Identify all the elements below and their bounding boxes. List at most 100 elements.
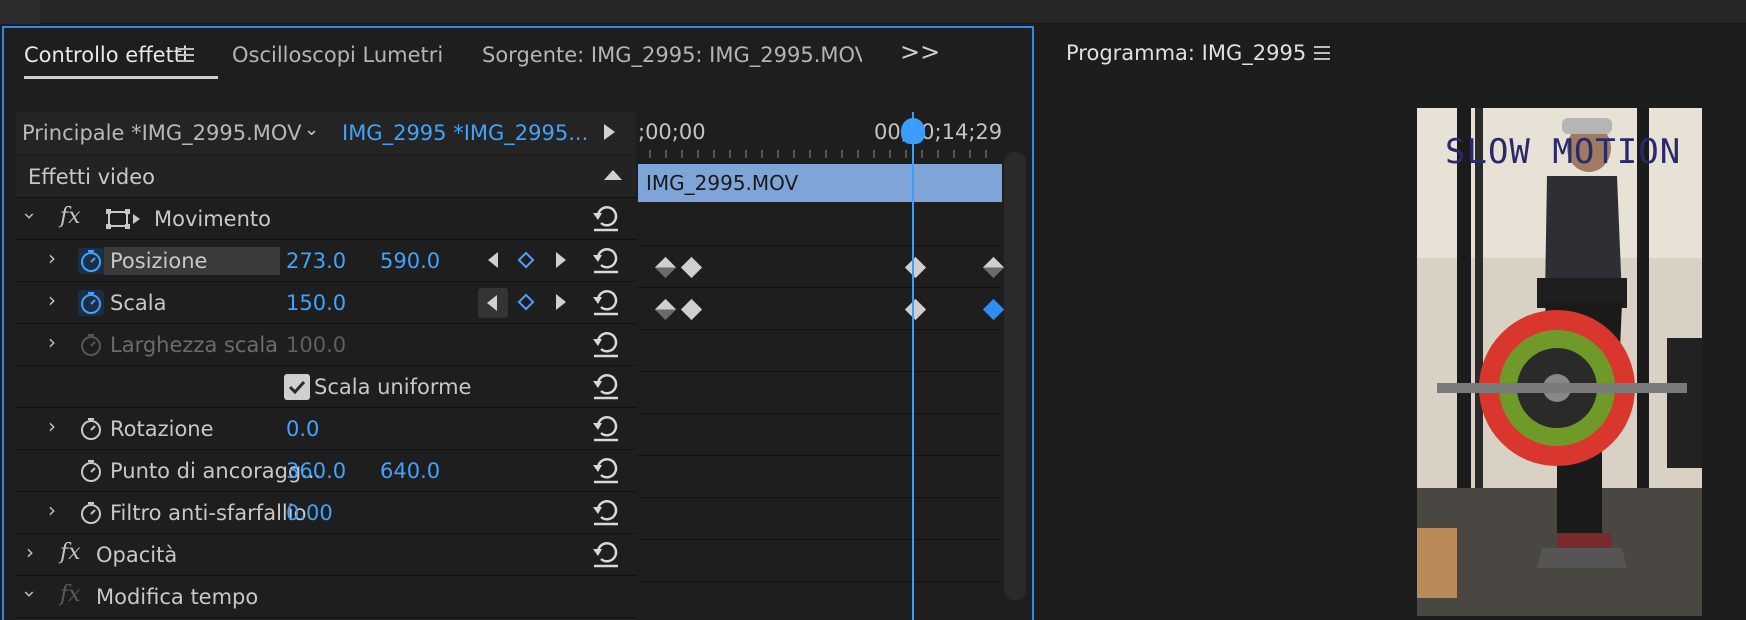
- effect-controls-timeline[interactable]: ;00;00 00;00;14;29 IMG_2995.MOV: [638, 112, 1005, 620]
- anchor-point-x-value[interactable]: 360.0: [286, 459, 346, 483]
- twisty-open-icon[interactable]: ›: [18, 590, 42, 598]
- checkmark-icon: [288, 380, 306, 395]
- twisty-closed-icon[interactable]: ›: [48, 330, 56, 354]
- stopwatch-icon[interactable]: [78, 500, 104, 526]
- property-scale-width-row: › Larghezza scala 100.0: [16, 324, 636, 366]
- reset-icon[interactable]: [590, 412, 622, 444]
- keyframe-diamond[interactable]: [654, 298, 677, 321]
- panel-menu-icon[interactable]: [178, 48, 194, 62]
- effect-controls-panel: Controllo effetti Oscilloscopi Lumetri S…: [2, 26, 1034, 620]
- twisty-closed-icon[interactable]: ›: [26, 540, 34, 564]
- reset-icon[interactable]: [590, 244, 622, 276]
- property-rotation-row: › Rotazione 0.0: [16, 408, 636, 450]
- twisty-closed-icon[interactable]: ›: [48, 288, 56, 312]
- property-uniform-scale-row: Scala uniforme: [16, 366, 636, 408]
- tab-effect-controls[interactable]: Controllo effetti: [24, 43, 188, 67]
- panel-menu-icon[interactable]: [1314, 46, 1330, 60]
- stopwatch-icon[interactable]: [78, 458, 104, 484]
- clip-bar[interactable]: IMG_2995.MOV: [638, 164, 1002, 202]
- timecode-start: ;00;00: [638, 120, 706, 144]
- keyframe-diamond[interactable]: [982, 256, 1005, 279]
- stopwatch-active-icon[interactable]: [78, 290, 104, 316]
- reset-icon[interactable]: [590, 286, 622, 318]
- prev-keyframe-button[interactable]: [478, 288, 508, 318]
- keyframe-diamond[interactable]: [680, 298, 703, 321]
- top-bar: [0, 0, 1746, 24]
- anchor-point-y-value[interactable]: 640.0: [380, 459, 440, 483]
- time-ruler[interactable]: ;00;00 00;00;14;29: [638, 112, 1002, 162]
- keyframe-diamond[interactable]: [904, 256, 927, 279]
- motion-label: Movimento: [154, 207, 271, 231]
- effect-time-remap-row: › fx Modifica tempo: [16, 576, 636, 618]
- next-keyframe-icon[interactable]: [556, 294, 566, 310]
- play-audio-icon[interactable]: [604, 124, 615, 140]
- reset-icon[interactable]: [590, 538, 622, 570]
- uniform-scale-checkbox[interactable]: [284, 374, 310, 400]
- twisty-closed-icon[interactable]: ›: [48, 414, 56, 438]
- fx-icon[interactable]: fx: [60, 540, 81, 565]
- tab-source[interactable]: Sorgente: IMG_2995: IMG_2995.MOV: 00;0: [482, 43, 862, 67]
- timeline-scale-row: [638, 288, 1005, 330]
- video-frame-image: [1417, 108, 1702, 616]
- timeline-row: [638, 372, 1002, 414]
- reset-icon[interactable]: [590, 370, 622, 402]
- program-monitor-title[interactable]: Programma: IMG_2995: [1066, 41, 1306, 65]
- timeline-position-row: [638, 246, 1005, 288]
- ruler-ticks: [649, 150, 987, 158]
- reset-icon[interactable]: [590, 328, 622, 360]
- scale-value[interactable]: 150.0: [286, 291, 346, 315]
- fx-icon: fx: [60, 582, 81, 607]
- program-video-frame[interactable]: SLOW MOTION: [1417, 108, 1702, 616]
- add-keyframe-icon[interactable]: [517, 293, 535, 311]
- reset-icon[interactable]: [590, 454, 622, 486]
- timeline-row: [638, 540, 1002, 582]
- playhead-handle[interactable]: [901, 118, 925, 144]
- position-x-value[interactable]: 273.0: [286, 249, 346, 273]
- transform-handle-icon[interactable]: [106, 208, 142, 232]
- property-position-row: › Posizione 273.0 590.0: [16, 240, 636, 282]
- clip-header-row: Principale *IMG_2995.MOV ⌄ IMG_2995 *IMG…: [16, 112, 636, 154]
- keyframe-diamond[interactable]: [654, 256, 677, 279]
- more-tabs-icon[interactable]: >>: [900, 38, 940, 66]
- property-scale-row: › Scala 150.0: [16, 282, 636, 324]
- effect-motion-row: › fx Movimento: [16, 198, 636, 240]
- twisty-open-icon[interactable]: ›: [18, 212, 42, 220]
- timeline-scrollbar[interactable]: [1004, 152, 1026, 600]
- fx-icon[interactable]: fx: [60, 204, 81, 229]
- position-y-value[interactable]: 590.0: [380, 249, 440, 273]
- prev-keyframe-icon: [487, 295, 497, 311]
- selected-keyframe-diamond[interactable]: [982, 298, 1005, 321]
- twisty-closed-icon[interactable]: ›: [48, 246, 56, 270]
- scale-label: Scala: [110, 291, 167, 315]
- tab-lumetri-scopes[interactable]: Oscilloscopi Lumetri: [232, 43, 443, 67]
- reset-icon[interactable]: [590, 202, 622, 234]
- playhead-line[interactable]: [912, 112, 914, 620]
- sequence-clip-label[interactable]: IMG_2995 *IMG_2995...: [342, 121, 588, 145]
- reset-icon[interactable]: [590, 496, 622, 528]
- program-monitor-panel: Programma: IMG_2995 SLOW MOTION: [1040, 26, 1746, 620]
- twisty-closed-icon[interactable]: ›: [48, 498, 56, 522]
- rotation-value[interactable]: 0.0: [286, 417, 319, 441]
- anti-flicker-value[interactable]: 0.00: [286, 501, 333, 525]
- timeline-row: [638, 456, 1002, 498]
- scale-width-label: Larghezza scala: [110, 333, 279, 357]
- keyframe-diamond[interactable]: [904, 298, 927, 321]
- chevron-down-icon[interactable]: ⌄: [304, 119, 319, 140]
- stopwatch-active-icon[interactable]: [78, 248, 104, 274]
- opacity-label: Opacità: [96, 543, 178, 567]
- time-remap-label: Modifica tempo: [96, 585, 259, 609]
- add-keyframe-icon[interactable]: [517, 251, 535, 269]
- effect-opacity-row: › fx Opacità: [16, 534, 636, 576]
- source-clip-label[interactable]: Principale *IMG_2995.MOV: [22, 121, 301, 145]
- video-effects-header: Effetti video: [16, 156, 636, 198]
- stopwatch-disabled-icon: [81, 334, 101, 356]
- properties-list: Effetti video › fx Movimento › Posizione…: [16, 156, 636, 620]
- keyframe-diamond[interactable]: [680, 256, 703, 279]
- prev-keyframe-icon[interactable]: [488, 252, 498, 268]
- anti-flicker-label: Filtro anti-sfarfallio: [110, 501, 307, 525]
- timecode-end: 00;00;14;29: [874, 120, 1003, 144]
- next-keyframe-icon[interactable]: [556, 252, 566, 268]
- stopwatch-icon[interactable]: [78, 416, 104, 442]
- collapse-up-icon[interactable]: [604, 170, 622, 180]
- uniform-scale-label: Scala uniforme: [314, 375, 472, 399]
